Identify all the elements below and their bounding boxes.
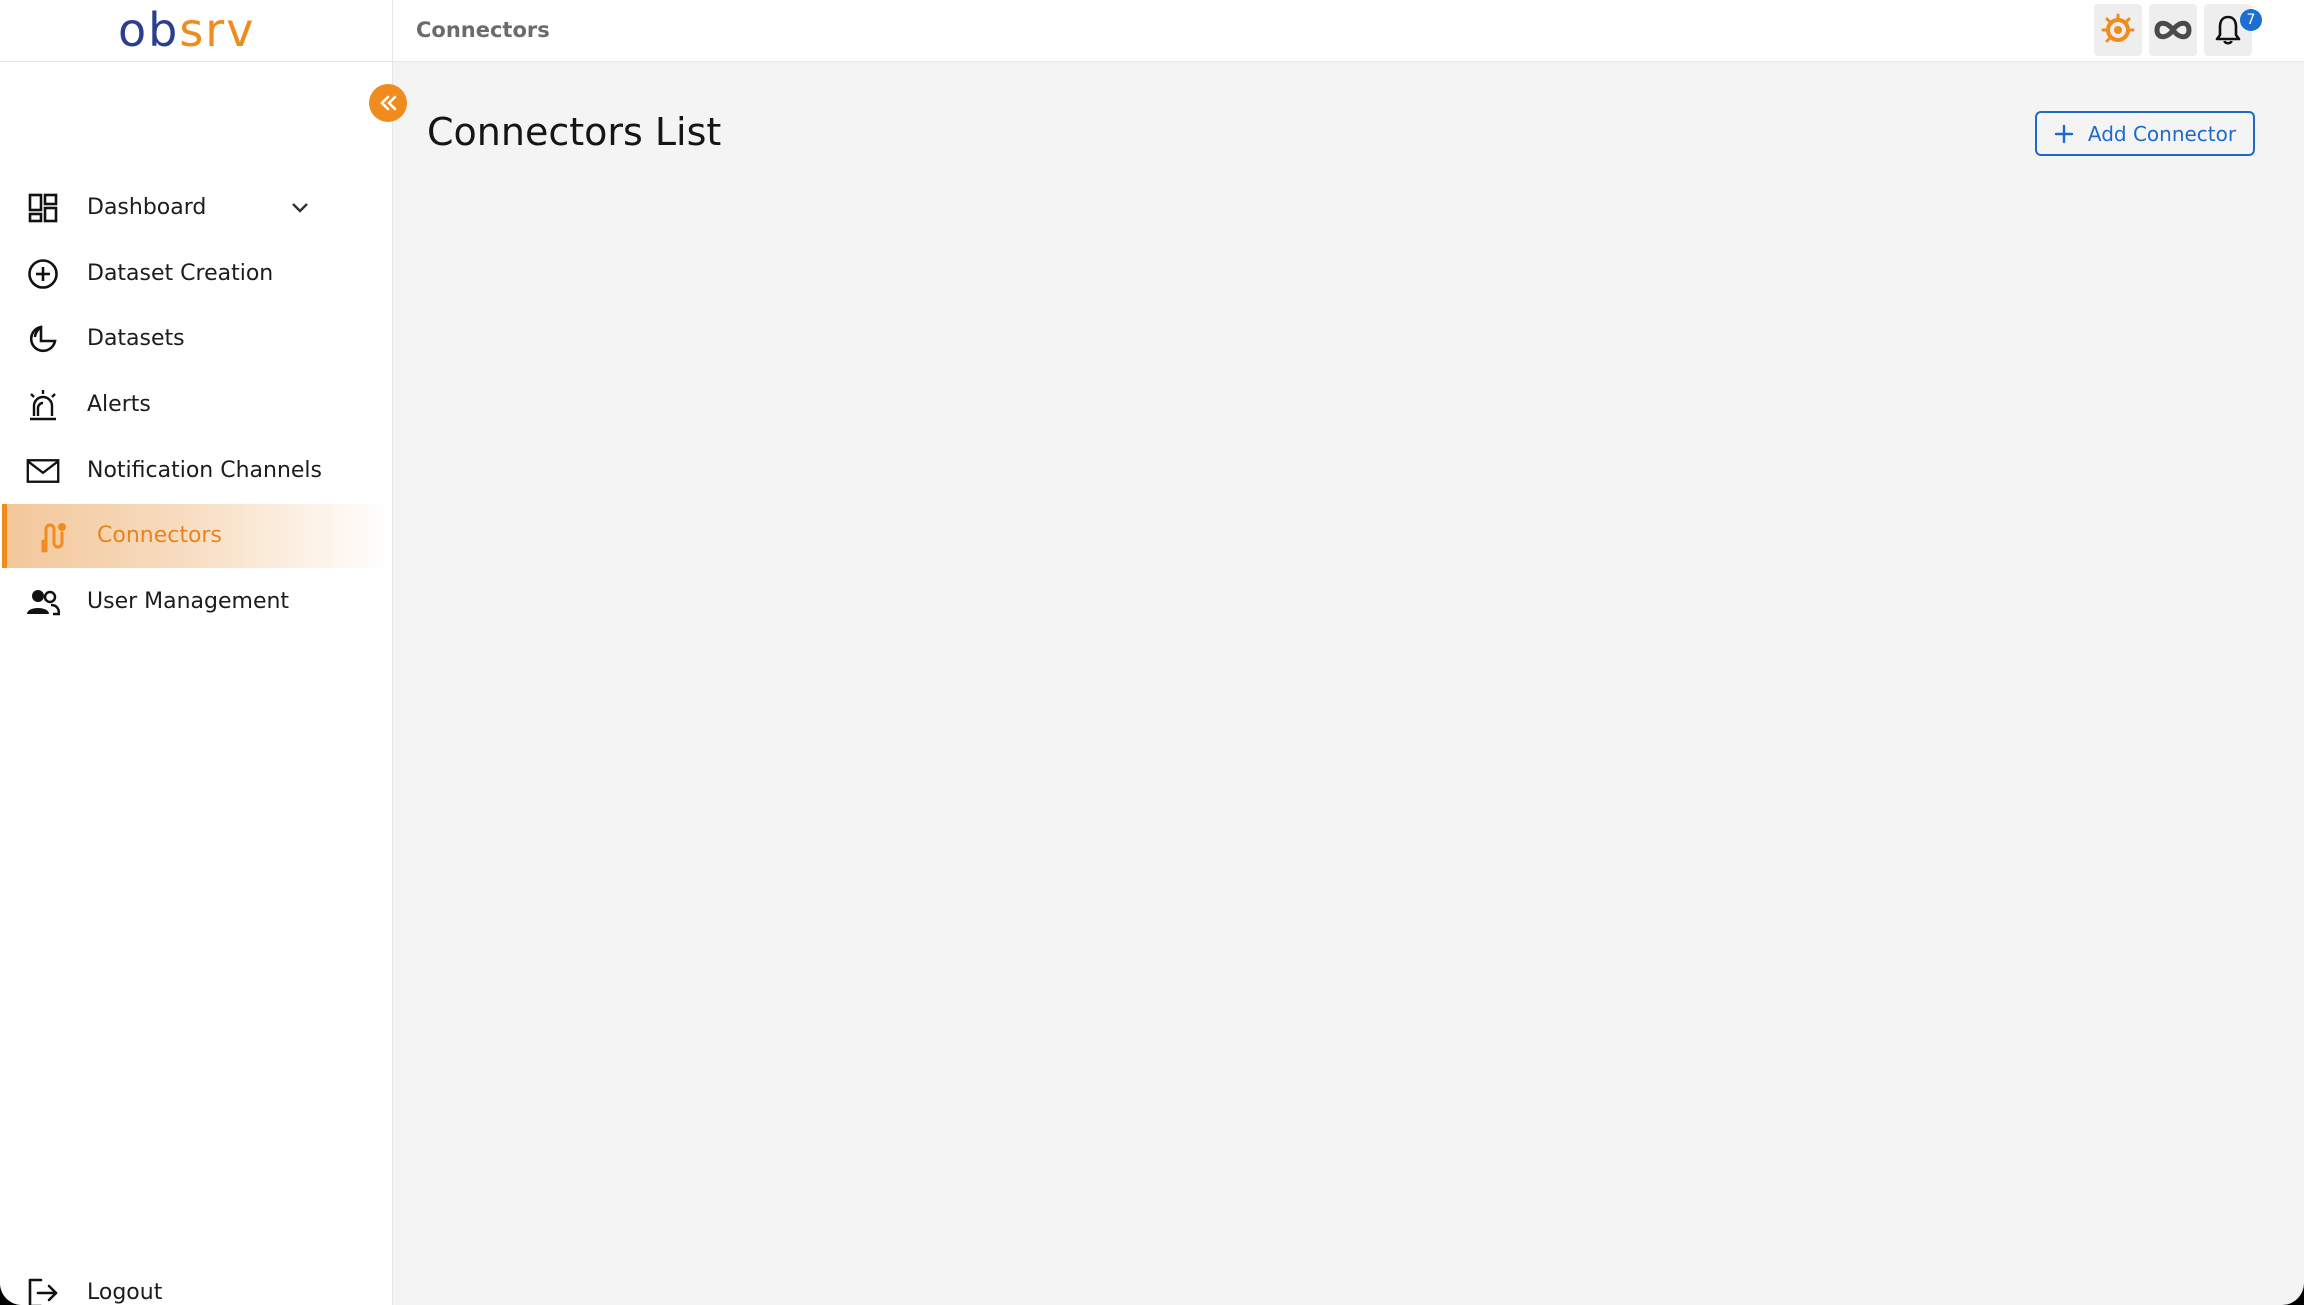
logo-area: obsrv <box>0 0 393 62</box>
sidebar-item-label: Datasets <box>87 326 185 351</box>
breadcrumb: Connectors <box>416 18 550 42</box>
double-chevron-left-icon <box>377 92 399 114</box>
users-icon <box>26 585 60 619</box>
sidebar-item-dashboard[interactable]: Dashboard <box>0 176 392 240</box>
infinity-icon <box>2153 18 2193 42</box>
logout-icon <box>26 1276 60 1305</box>
sidebar-item-label: Connectors <box>97 523 222 548</box>
app-window: obsrv Connectors 7 Dashboard Dataset Cre… <box>0 0 2304 1305</box>
dashboard-icon <box>26 191 60 225</box>
logo-text-part1: ob <box>118 3 180 57</box>
infinity-button[interactable] <box>2149 4 2197 56</box>
logout-label: Logout <box>87 1280 163 1305</box>
top-icons: 7 <box>2094 4 2262 56</box>
sidebar-item-user-management[interactable]: User Management <box>0 570 392 634</box>
logout-button[interactable]: Logout <box>0 1261 392 1305</box>
grafana-button[interactable] <box>2094 4 2142 56</box>
bell-icon <box>2213 14 2243 46</box>
sidebar-item-label: Alerts <box>87 392 151 417</box>
page-title: Connectors List <box>427 110 722 154</box>
sidebar-item-connectors[interactable]: Connectors <box>2 504 392 568</box>
collapse-sidebar-button[interactable] <box>369 84 407 122</box>
add-connector-label: Add Connector <box>2087 121 2237 146</box>
sidebar-item-label: Notification Channels <box>87 458 323 483</box>
logo-text-part2: srv <box>179 3 256 57</box>
sidebar-item-label: Dashboard <box>87 195 207 220</box>
add-connector-button[interactable]: Add Connector <box>2035 111 2255 156</box>
sidebar-item-datasets[interactable]: Datasets <box>0 307 392 371</box>
alarm-icon <box>26 388 60 422</box>
obsrv-logo[interactable]: obsrv <box>118 4 255 56</box>
plus-icon <box>2054 124 2074 144</box>
sidebar-item-label: User Management <box>87 589 290 614</box>
datasets-icon <box>26 322 60 356</box>
sidebar: Dashboard Dataset Creation Datasets Aler… <box>0 62 393 1305</box>
mail-icon <box>26 454 60 488</box>
notifications-button[interactable]: 7 <box>2204 4 2262 56</box>
connectors-icon <box>36 519 70 553</box>
sidebar-item-alerts[interactable]: Alerts <box>0 373 392 437</box>
sidebar-item-notification-channels[interactable]: Notification Channels <box>0 439 392 503</box>
sidebar-item-label: Dataset Creation <box>87 261 274 286</box>
sidebar-item-dataset-creation[interactable]: Dataset Creation <box>0 242 392 306</box>
grafana-icon <box>2101 13 2135 47</box>
top-bar: obsrv Connectors 7 <box>0 0 2304 62</box>
chevron-down-icon[interactable] <box>288 196 312 220</box>
add-circle-icon <box>26 257 60 291</box>
notification-count-badge: 7 <box>2240 9 2262 31</box>
